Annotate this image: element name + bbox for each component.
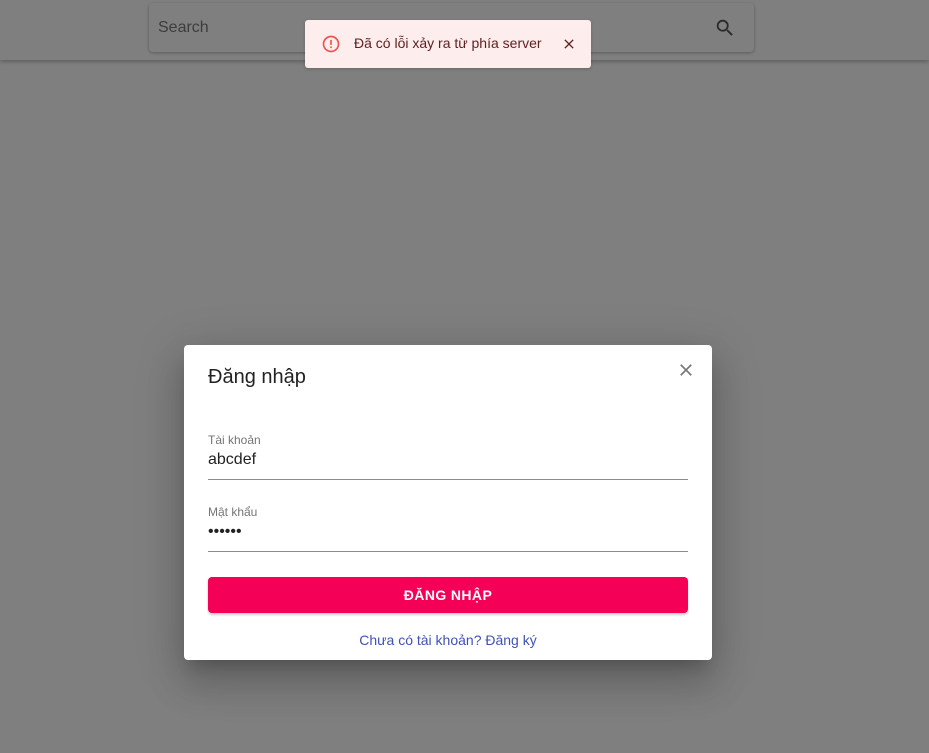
username-underline: [208, 479, 688, 480]
password-input[interactable]: [208, 521, 688, 543]
close-icon[interactable]: [676, 360, 696, 380]
error-toast: Đã có lỗi xảy ra từ phía server: [305, 20, 591, 68]
close-icon[interactable]: [561, 36, 577, 52]
password-underline: [208, 551, 688, 552]
username-label: Tài khoản: [208, 433, 261, 447]
login-dialog: Đăng nhập Tài khoản Mật khẩu ĐĂNG NHẬP C…: [184, 345, 712, 660]
login-button[interactable]: ĐĂNG NHẬP: [208, 577, 688, 613]
error-outline-icon: [322, 35, 340, 53]
password-label: Mật khẩu: [208, 505, 258, 519]
dialog-title: Đăng nhập: [208, 366, 306, 388]
toast-message: Đã có lỗi xảy ra từ phía server: [354, 35, 542, 51]
register-link[interactable]: Chưa có tài khoản? Đăng ký: [184, 632, 712, 648]
username-input[interactable]: [208, 449, 688, 471]
